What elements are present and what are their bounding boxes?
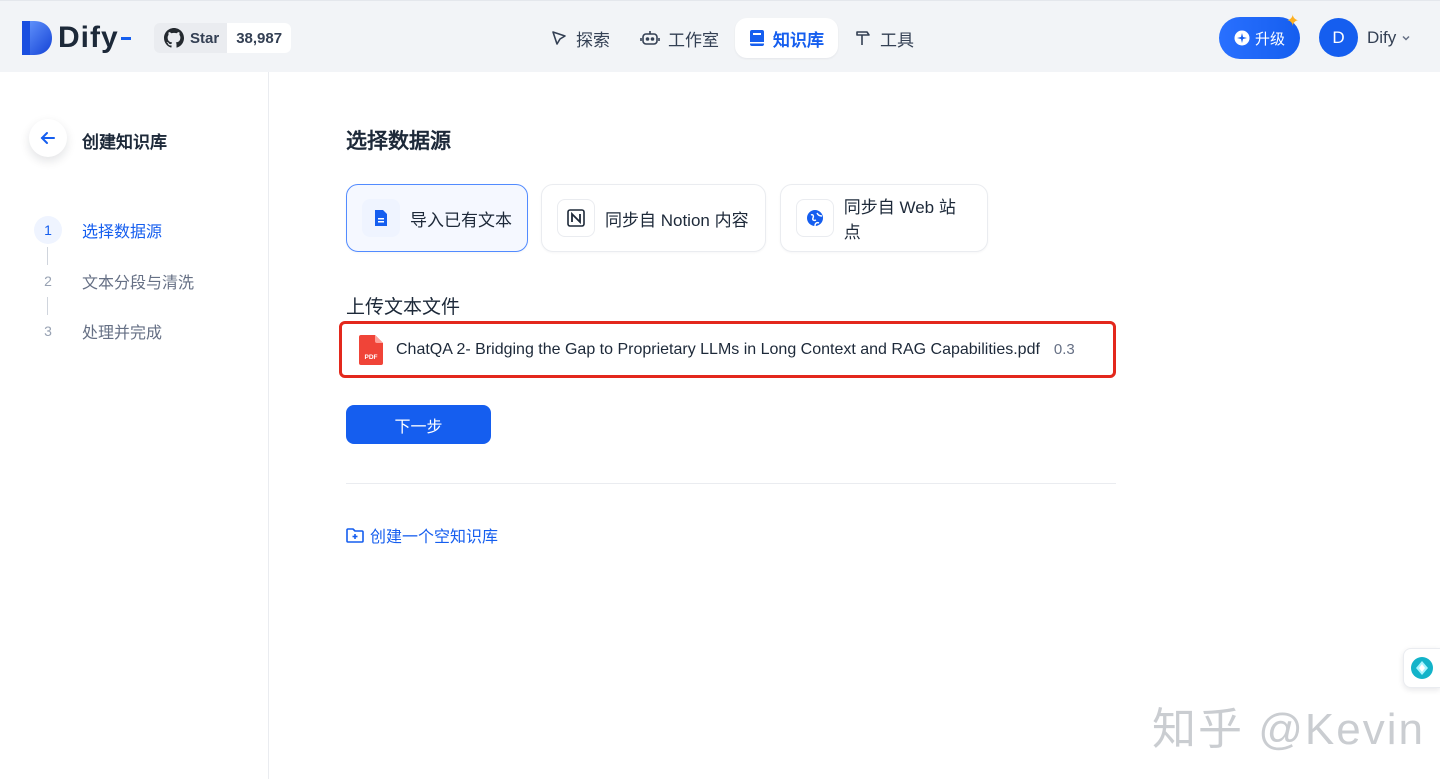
nav-tools-label: 工具 xyxy=(880,30,914,50)
top-header: Dify Star 38,987 探索 工作室 知识库 工具 升级 ✦ D Di… xyxy=(0,0,1440,72)
source-import-text[interactable]: 导入已有文本 xyxy=(346,184,528,252)
step-3: 3 处理并完成 xyxy=(34,317,162,345)
github-star-widget[interactable]: Star 38,987 xyxy=(154,23,292,53)
upload-section-title: 上传文本文件 xyxy=(346,297,461,318)
nav-studio-label: 工作室 xyxy=(668,30,719,50)
account-menu[interactable]: Dify xyxy=(1367,28,1411,48)
nav-studio[interactable]: 工作室 xyxy=(626,18,733,58)
nav-knowledge-label: 知识库 xyxy=(773,30,824,50)
pdf-file-icon: PDF xyxy=(359,334,383,365)
globe-icon xyxy=(796,199,834,237)
nav-explore-label: 探索 xyxy=(576,30,610,50)
file-size: 0.3 xyxy=(1053,341,1075,358)
pdf-badge: PDF xyxy=(365,354,378,361)
dify-logo[interactable]: Dify xyxy=(22,21,131,55)
step-number: 2 xyxy=(44,273,52,289)
source-notion[interactable]: 同步自 Notion 内容 xyxy=(541,184,766,252)
upgrade-label: 升级 xyxy=(1254,30,1285,48)
hammer-icon xyxy=(856,31,870,45)
folder-plus-icon xyxy=(346,528,364,543)
source-label: 同步自 Web 站点 xyxy=(843,198,956,242)
create-empty-knowledge-link[interactable]: 创建一个空知识库 xyxy=(346,523,498,547)
step-number: 1 xyxy=(34,216,62,244)
arrow-left-icon xyxy=(40,132,55,144)
divider xyxy=(346,483,1116,484)
sparkle-icon: ✦ xyxy=(1286,13,1300,30)
step-label: 文本分段与清洗 xyxy=(82,275,195,292)
nav-knowledge[interactable]: 知识库 xyxy=(735,18,838,58)
uploaded-file-item[interactable]: PDF ChatQA 2- Bridging the Gap to Propri… xyxy=(339,321,1116,378)
upgrade-icon xyxy=(1234,30,1250,46)
step-2: 2 文本分段与清洗 xyxy=(34,267,194,295)
step-label: 选择数据源 xyxy=(82,224,163,241)
create-empty-label: 创建一个空知识库 xyxy=(370,529,499,546)
github-star-button[interactable]: Star xyxy=(154,23,227,53)
source-label: 导入已有文本 xyxy=(410,210,512,230)
file-text-icon xyxy=(362,199,400,237)
step-connector xyxy=(47,297,48,315)
chevron-down-icon xyxy=(1402,35,1410,41)
next-step-button[interactable]: 下一步 xyxy=(346,405,491,444)
logo-underscore xyxy=(120,36,131,40)
main-nav: 探索 工作室 知识库 工具 xyxy=(536,18,930,58)
step-connector xyxy=(47,247,48,265)
github-star-count: 38,987 xyxy=(227,23,292,53)
nav-explore[interactable]: 探索 xyxy=(536,18,624,58)
steps-sidebar: 创建知识库 1 选择数据源 2 文本分段与清洗 3 处理并完成 xyxy=(0,72,269,779)
source-web[interactable]: 同步自 Web 站点 xyxy=(780,184,988,252)
github-icon xyxy=(164,28,184,48)
sidebar-title: 创建知识库 xyxy=(82,133,167,152)
back-button[interactable] xyxy=(29,119,67,157)
avatar[interactable]: D xyxy=(1319,18,1358,57)
book-icon xyxy=(750,30,764,46)
notion-icon xyxy=(557,199,595,237)
github-star-label: Star xyxy=(190,29,220,47)
step-label: 处理并完成 xyxy=(82,325,163,342)
source-label: 同步自 Notion 内容 xyxy=(605,210,749,230)
step-number: 3 xyxy=(44,323,52,339)
nav-tools[interactable]: 工具 xyxy=(840,18,928,58)
robot-icon xyxy=(640,31,660,45)
step-1: 1 选择数据源 xyxy=(34,216,162,244)
page-title: 选择数据源 xyxy=(346,130,451,153)
account-name: Dify xyxy=(1367,28,1397,47)
watermark: 知乎 @Kevin xyxy=(1152,705,1425,754)
compass-icon xyxy=(552,31,566,45)
floating-assistant-button[interactable] xyxy=(1403,648,1440,688)
assistant-icon xyxy=(1411,657,1433,679)
logo-text: Dify xyxy=(58,21,119,54)
dify-logo-icon xyxy=(22,21,52,55)
file-name: ChatQA 2- Bridging the Gap to Proprietar… xyxy=(396,340,1040,358)
